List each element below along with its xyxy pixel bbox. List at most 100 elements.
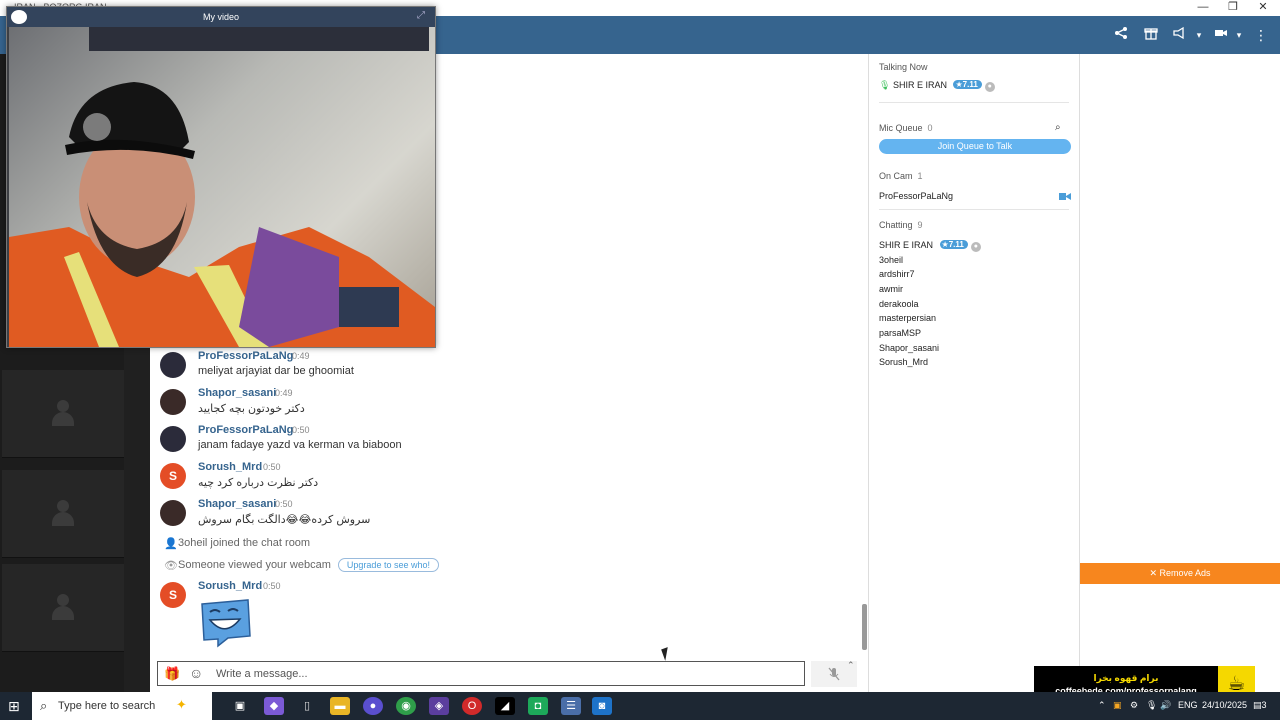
- chrome-icon[interactable]: ◉: [396, 697, 416, 715]
- file-icon[interactable]: ▯: [297, 697, 317, 715]
- user-badge: ★7.11: [953, 80, 982, 89]
- gift-icon[interactable]: [1140, 24, 1162, 46]
- chevron-down-icon[interactable]: ▾: [1188, 24, 1210, 46]
- copilot-icon[interactable]: ◆: [264, 697, 284, 715]
- task-view-icon[interactable]: ▣: [230, 697, 250, 715]
- sparkle-icon: ✦: [176, 697, 187, 712]
- chat-scrollbar[interactable]: [862, 604, 867, 650]
- search-icon[interactable]: ⌕: [1055, 122, 1061, 133]
- input-language[interactable]: ENG: [1178, 700, 1198, 710]
- system-message-joined: 👤 3oheil joined the chat room: [164, 537, 311, 550]
- app-icon[interactable]: ◈: [429, 697, 449, 715]
- tray-app-icon[interactable]: ⚙: [1130, 700, 1138, 711]
- mic-icon: 🎙: [879, 80, 891, 90]
- opera-icon[interactable]: O: [462, 697, 482, 715]
- message-username[interactable]: Sorush_Mrd: [198, 461, 262, 473]
- app-icon[interactable]: ☰: [561, 697, 581, 715]
- windows-start-icon[interactable]: ⊞: [8, 698, 24, 714]
- video-camera-icon[interactable]: [1059, 190, 1071, 204]
- tray-app-icon[interactable]: ▣: [1113, 700, 1122, 711]
- user-placeholder-icon: [52, 400, 74, 428]
- app-icon[interactable]: ◘: [528, 697, 548, 715]
- app-icon[interactable]: ●: [363, 697, 383, 715]
- chatting-user[interactable]: SHIR E IRAN ★7.11 ●: [879, 240, 981, 252]
- camera-slot[interactable]: [2, 564, 124, 652]
- laughing-sticker-icon: [201, 599, 251, 648]
- speaker-icon[interactable]: 🔊: [1160, 700, 1171, 711]
- message-username[interactable]: ProFessorPaLaNg: [198, 350, 293, 362]
- expand-icon[interactable]: ⤢: [417, 10, 429, 22]
- viewed-text: Someone viewed your webcam: [178, 559, 331, 571]
- notification-icon[interactable]: ▤3: [1253, 700, 1267, 711]
- gift-icon[interactable]: 🎁: [164, 666, 180, 682]
- webcam-feed: [9, 27, 435, 347]
- message-time: 0:50: [292, 425, 310, 435]
- file-explorer-icon[interactable]: ▬: [330, 697, 350, 715]
- tray-mic-icon[interactable]: 🎙: [1146, 700, 1157, 711]
- mic-button[interactable]: ⌃: [811, 660, 857, 687]
- chatting-user[interactable]: parsaMSP: [879, 328, 921, 338]
- join-queue-button[interactable]: Join Queue to Talk: [879, 139, 1071, 154]
- message-text: دکتر خودتون بچه کجایید: [198, 403, 305, 415]
- message-composer: 🎁 ☺: [157, 661, 805, 686]
- message-username[interactable]: Shapor_sasani: [198, 498, 276, 510]
- upgrade-button[interactable]: Upgrade to see who!: [337, 558, 439, 572]
- promo-line-1: برام قهوه بخرا: [1093, 673, 1159, 683]
- user-avatar[interactable]: [160, 500, 186, 526]
- message-time: 0:49: [275, 388, 293, 398]
- chatting-user[interactable]: Sorush_Mrd: [879, 357, 928, 367]
- user-badge: ★7.11: [939, 240, 968, 249]
- on-cam-header: On Cam 1: [879, 171, 923, 181]
- mic-queue-count: 0: [927, 123, 933, 133]
- person-icon: 👤: [164, 538, 178, 550]
- user-avatar[interactable]: [160, 389, 186, 415]
- megaphone-icon[interactable]: [1168, 24, 1190, 46]
- my-video-window[interactable]: My video ⤢: [6, 6, 436, 348]
- remove-ads-button[interactable]: ✕ Remove Ads: [1080, 563, 1280, 584]
- message-input[interactable]: [216, 663, 796, 684]
- chatting-user[interactable]: awmir: [879, 284, 903, 294]
- share-icon[interactable]: [1110, 24, 1132, 46]
- taskbar-date[interactable]: 24/10/2025: [1202, 700, 1247, 710]
- message-username[interactable]: Sorush_Mrd: [198, 580, 262, 592]
- user-avatar[interactable]: [160, 352, 186, 378]
- close-button[interactable]: ✕: [1248, 0, 1278, 16]
- app-logo-icon: [11, 10, 27, 24]
- chevron-up-icon[interactable]: ⌃: [847, 660, 855, 671]
- tray-chevron-icon[interactable]: ⌃: [1098, 700, 1106, 711]
- on-cam-user[interactable]: ProFessorPaLaNg: [879, 191, 953, 201]
- video-title[interactable]: My video: [7, 7, 435, 27]
- camera-slot[interactable]: [2, 370, 124, 458]
- minimize-button[interactable]: —: [1188, 0, 1218, 16]
- gift-badge-icon: ●: [984, 82, 995, 92]
- chatting-user[interactable]: derakoola: [879, 299, 919, 309]
- search-icon: ⌕: [40, 698, 48, 713]
- message-time: 0:50: [263, 462, 281, 472]
- emoji-icon[interactable]: ☺: [189, 665, 203, 681]
- talking-user-name[interactable]: SHIR E IRAN: [893, 80, 947, 90]
- on-cam-user-name[interactable]: ProFessorPaLaNg: [879, 191, 953, 201]
- restore-button[interactable]: ❐: [1218, 0, 1248, 16]
- user-avatar[interactable]: [160, 426, 186, 452]
- message-time: 0:50: [263, 581, 281, 591]
- joined-text: 3oheil joined the chat room: [178, 537, 311, 549]
- taskbar-search-text: Type here to search: [58, 700, 156, 712]
- mic-queue-header: Mic Queue 0: [879, 123, 933, 133]
- chatting-user[interactable]: Shapor_sasani: [879, 343, 939, 353]
- webcam-person-image: [9, 27, 435, 347]
- message-username[interactable]: Shapor_sasani: [198, 387, 276, 399]
- chatting-user[interactable]: 3oheil: [879, 255, 903, 265]
- user-avatar[interactable]: S: [160, 463, 186, 489]
- chatting-user[interactable]: ardshirr7: [879, 269, 915, 279]
- user-avatar[interactable]: S: [160, 582, 186, 608]
- chevron-down-icon[interactable]: ▾: [1228, 24, 1250, 46]
- kebab-menu-icon[interactable]: ⋮: [1250, 24, 1272, 46]
- camera-slot[interactable]: [2, 470, 124, 558]
- talking-now-user[interactable]: 🎙 SHIR E IRAN ★7.11 ●: [879, 80, 995, 92]
- taskbar-search[interactable]: ⌕ Type here to search ✦: [32, 692, 212, 720]
- paltalk-icon[interactable]: ◙: [592, 697, 612, 715]
- chatting-user-name[interactable]: SHIR E IRAN: [879, 240, 933, 250]
- capcut-icon[interactable]: ◢: [495, 697, 515, 715]
- chatting-user[interactable]: masterpersian: [879, 313, 936, 323]
- message-username[interactable]: ProFessorPaLaNg: [198, 424, 293, 436]
